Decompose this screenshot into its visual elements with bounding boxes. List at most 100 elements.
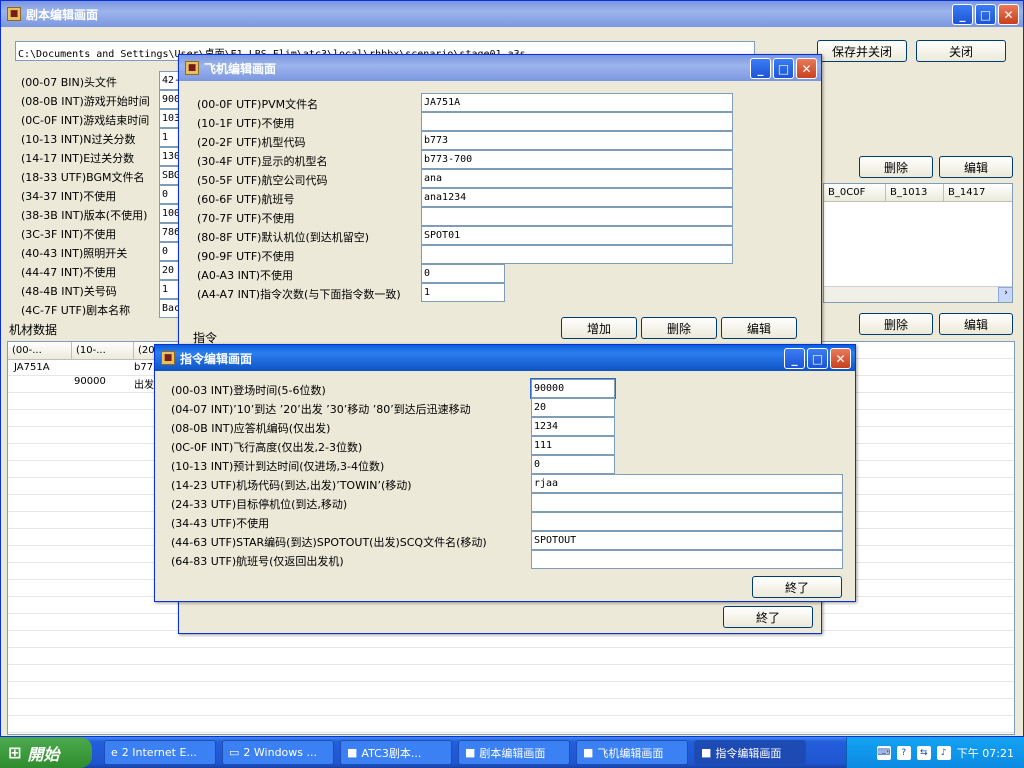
- help-icon[interactable]: ?: [896, 745, 911, 760]
- field-input[interactable]: 0: [421, 264, 505, 283]
- grid-header[interactable]: B_1417: [944, 184, 1012, 202]
- field-input[interactable]: rjaa: [531, 474, 843, 493]
- field-label: (0C-0F INT)游戏结束时间: [21, 114, 150, 127]
- field-label: (30-4F UTF)显示的机型名: [197, 155, 328, 168]
- task-label: 剧本编辑画面: [479, 746, 546, 760]
- windows-logo-icon: ⊞: [8, 743, 22, 762]
- field-input[interactable]: [531, 512, 843, 531]
- field-label: (20-2F UTF)机型代码: [197, 136, 306, 149]
- task-atc3[interactable]: ■ ATC3剧本...: [340, 740, 452, 765]
- field-input[interactable]: JA751A: [421, 93, 733, 112]
- edit-button-2[interactable]: 编辑: [939, 313, 1013, 335]
- field-label: (44-47 INT)不使用: [21, 266, 117, 279]
- edit-button-1[interactable]: 编辑: [939, 156, 1013, 178]
- field-label: (00-07 BIN)头文件: [21, 76, 118, 89]
- task-internet-explorer[interactable]: e2 Internet E...: [104, 740, 216, 765]
- minimize-icon[interactable]: _: [784, 348, 805, 369]
- task-scenario-edit[interactable]: ■ 剧本编辑画面: [458, 740, 570, 765]
- app-icon: ■: [161, 351, 175, 365]
- folder-icon: ▭: [229, 746, 240, 759]
- volume-icon[interactable]: ♪: [936, 745, 951, 760]
- taskbar: ⊞ 開始 e2 Internet E... ▭ 2 Windows ... ■ ATC…: [0, 737, 1024, 768]
- task-label: 指令编辑画面: [715, 746, 782, 760]
- field-input[interactable]: 111: [531, 436, 615, 455]
- add-button[interactable]: 增加: [561, 317, 637, 339]
- field-label: (60-6F UTF)航班号: [197, 193, 295, 206]
- grid-header[interactable]: B_1013: [886, 184, 944, 202]
- task-label: 2 Windows ...: [243, 746, 317, 759]
- resource-grid[interactable]: B_0C0F B_1013 B_1417 ›: [823, 183, 1013, 303]
- field-input[interactable]: [531, 550, 843, 569]
- minimize-icon[interactable]: _: [952, 4, 973, 25]
- field-label: (38-3B INT)版本(不使用): [21, 209, 148, 222]
- field-label: (08-0B INT)应答机编码(仅出发): [171, 422, 331, 435]
- field-input[interactable]: [531, 493, 843, 512]
- minimize-icon[interactable]: _: [750, 58, 771, 79]
- field-input[interactable]: b773-700: [421, 150, 733, 169]
- save-close-button[interactable]: 保存并关闭: [817, 40, 907, 62]
- table-cell[interactable]: JA751A: [14, 362, 50, 373]
- command-titlebar[interactable]: ■ 指令编辑画面 _ □ ✕: [155, 345, 855, 371]
- plane-titlebar[interactable]: ■ 飞机编辑画面 _ □ ✕: [179, 55, 821, 81]
- field-label: (48-4B INT)关号码: [21, 285, 117, 298]
- field-label: (10-13 INT)N过关分数: [21, 133, 136, 146]
- table-cell[interactable]: 90000: [74, 376, 106, 387]
- horizontal-scrollbar[interactable]: ›: [824, 286, 1012, 302]
- field-label: (A0-A3 INT)不使用: [197, 269, 294, 282]
- field-input[interactable]: b773: [421, 131, 733, 150]
- system-tray: ⌨ ? ⇆ ♪ 下午 07:21: [846, 737, 1024, 768]
- field-input[interactable]: [421, 112, 733, 131]
- equipment-label: 机材数据: [9, 323, 58, 337]
- field-label: (3C-3F INT)不使用: [21, 228, 117, 241]
- maximize-icon[interactable]: □: [807, 348, 828, 369]
- field-input[interactable]: 20: [531, 398, 615, 417]
- edit-button[interactable]: 编辑: [721, 317, 797, 339]
- main-titlebar[interactable]: ■ 剧本编辑画面 _ □ ✕: [1, 1, 1023, 27]
- keyboard-icon[interactable]: ⌨: [876, 745, 891, 760]
- clock[interactable]: 下午 07:21: [957, 745, 1014, 761]
- delete-button-1[interactable]: 删除: [859, 156, 933, 178]
- delete-button[interactable]: 删除: [641, 317, 717, 339]
- field-label: (00-03 INT)登场时间(5-6位数): [171, 384, 326, 397]
- plane-title: 飞机编辑画面: [204, 61, 277, 76]
- field-label: (90-9F UTF)不使用: [197, 250, 295, 263]
- field-label: (40-43 INT)照明开关: [21, 247, 128, 260]
- close-button[interactable]: 关闭: [916, 40, 1006, 62]
- field-input[interactable]: SPOTOUT: [531, 531, 843, 550]
- table-cell[interactable]: 出发: [134, 376, 154, 391]
- field-input[interactable]: 90000: [530, 378, 616, 399]
- grid-header[interactable]: B_0C0F: [824, 184, 886, 202]
- field-input[interactable]: [421, 207, 733, 226]
- ie-icon: e: [111, 746, 118, 759]
- grid-header[interactable]: (00-...: [8, 342, 72, 360]
- main-title: 剧本编辑画面: [26, 7, 99, 22]
- window-icon: ■: [347, 746, 358, 759]
- field-label: (4C-7F UTF)剧本名称: [21, 304, 131, 317]
- plane-done-button[interactable]: 終了: [723, 606, 813, 628]
- grid-header[interactable]: (10-...: [72, 342, 134, 360]
- field-input[interactable]: [421, 245, 733, 264]
- field-label: (08-0B INT)游戏开始时间: [21, 95, 150, 108]
- maximize-icon[interactable]: □: [975, 4, 996, 25]
- maximize-icon[interactable]: □: [773, 58, 794, 79]
- close-icon[interactable]: ✕: [998, 4, 1019, 25]
- command-title: 指令编辑画面: [180, 351, 253, 366]
- field-label: (18-33 UTF)BGM文件名: [21, 171, 145, 184]
- field-input[interactable]: 1: [421, 283, 505, 302]
- field-input[interactable]: 1234: [531, 417, 615, 436]
- close-icon[interactable]: ✕: [796, 58, 817, 79]
- command-done-button[interactable]: 終了: [752, 576, 842, 598]
- field-input[interactable]: ana: [421, 169, 733, 188]
- task-plane-edit[interactable]: ■ 飞机编辑画面: [576, 740, 688, 765]
- task-command-edit[interactable]: ■ 指令编辑画面: [694, 740, 806, 765]
- field-input[interactable]: SPOT01: [421, 226, 733, 245]
- field-label: (10-13 INT)预计到达时间(仅进场,3-4位数): [171, 460, 385, 473]
- field-input[interactable]: 0: [531, 455, 615, 474]
- network-icon[interactable]: ⇆: [916, 745, 931, 760]
- field-label: (00-0F UTF)PVM文件名: [197, 98, 319, 111]
- task-windows-explorer[interactable]: ▭ 2 Windows ...: [222, 740, 334, 765]
- field-input[interactable]: ana1234: [421, 188, 733, 207]
- close-icon[interactable]: ✕: [830, 348, 851, 369]
- delete-button-2[interactable]: 删除: [859, 313, 933, 335]
- start-button[interactable]: ⊞ 開始: [0, 737, 92, 768]
